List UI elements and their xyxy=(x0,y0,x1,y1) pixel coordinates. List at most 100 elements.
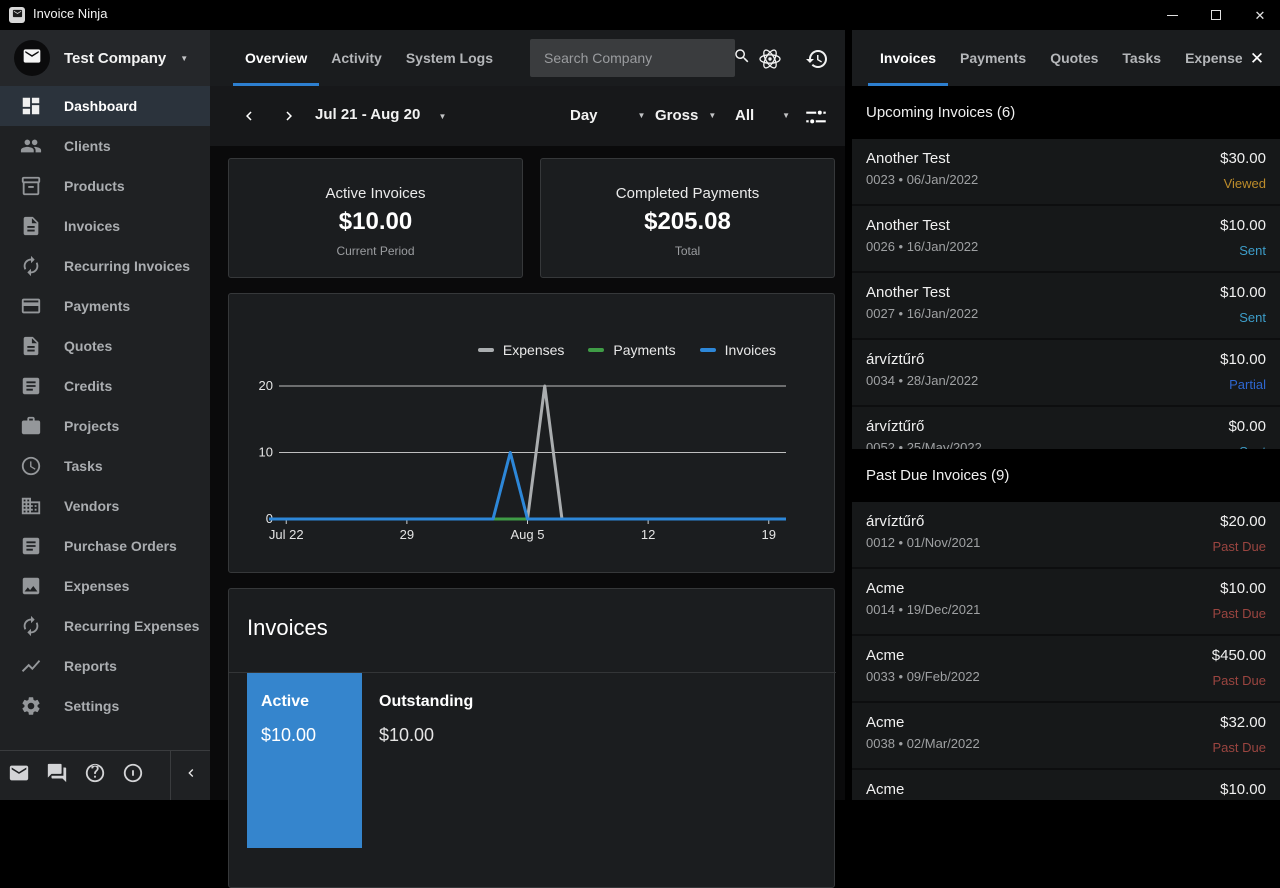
support-chat-button[interactable] xyxy=(38,751,76,801)
expenses-icon xyxy=(20,575,42,597)
chevron-down-icon: ▼ xyxy=(782,111,790,120)
sidebar-item-reports[interactable]: Reports xyxy=(0,646,210,686)
amount-type-dropdown[interactable]: Gross ▼ xyxy=(655,107,716,124)
tab-activity[interactable]: Activity xyxy=(319,30,394,86)
invoice-number-date: 0023 • 06/Jan/2022 xyxy=(866,172,1266,187)
group-by-dropdown[interactable]: Day ▼ xyxy=(570,107,645,124)
sidebar-item-label: Recurring Invoices xyxy=(64,258,190,274)
invoices-outstanding-tile[interactable]: Outstanding $10.00 xyxy=(379,673,473,766)
info-icon xyxy=(122,762,144,789)
sidebar-item-tasks[interactable]: Tasks xyxy=(0,446,210,486)
dashboard-settings-button[interactable] xyxy=(803,104,829,130)
invoice-list-item[interactable]: Acme0038 • 02/Mar/2022$32.00Past Due xyxy=(852,703,1280,768)
company-selector[interactable]: Test Company ▼ xyxy=(0,30,210,86)
invoice-list-item[interactable]: Acme0033 • 09/Feb/2022$450.00Past Due xyxy=(852,636,1280,701)
amount-type-value: Gross xyxy=(655,107,698,124)
sidebar-item-purchase-orders[interactable]: Purchase Orders xyxy=(0,526,210,566)
sidebar-item-recurring-expenses[interactable]: Recurring Expenses xyxy=(0,606,210,646)
sidebar-item-projects[interactable]: Projects xyxy=(0,406,210,446)
window-maximize-button[interactable] xyxy=(1194,0,1238,30)
previous-period-button[interactable] xyxy=(240,107,258,125)
sidebar-item-clients[interactable]: Clients xyxy=(0,126,210,166)
tab-overview[interactable]: Overview xyxy=(233,30,319,86)
next-period-button[interactable] xyxy=(280,107,298,125)
sidebar-item-label: Quotes xyxy=(64,338,112,354)
invoice-list-item[interactable]: Acme0014 • 19/Dec/2021$10.00Past Due xyxy=(852,569,1280,634)
panel-tab-quotes[interactable]: Quotes xyxy=(1038,30,1110,86)
sidebar-item-invoices[interactable]: Invoices xyxy=(0,206,210,246)
panel-close-button[interactable]: ✕ xyxy=(1244,46,1270,72)
status-filter-dropdown[interactable]: All ▼ xyxy=(735,107,790,124)
invoice-status-badge: Past Due xyxy=(1213,539,1266,554)
invoice-status-badge: Viewed xyxy=(1224,176,1266,191)
invoice-list-item[interactable]: árvíztűrő0034 • 28/Jan/2022$10.00Partial xyxy=(852,340,1280,405)
invoice-number-date: 0052 • 25/May/2022 xyxy=(866,440,1266,449)
side-preview-panel: InvoicesPaymentsQuotesTasksExpenses ✕ Up… xyxy=(852,30,1280,800)
card-subtitle: Current Period xyxy=(229,244,522,258)
legend-item-payments[interactable]: Payments xyxy=(588,342,675,358)
invoice-status-badge: Past Due xyxy=(1213,673,1266,688)
contact-us-button[interactable] xyxy=(0,751,38,801)
invoice-status-badge: Sent xyxy=(1239,243,1266,258)
tasks-icon xyxy=(20,455,42,477)
about-button[interactable] xyxy=(114,751,152,801)
reports-icon xyxy=(20,655,42,677)
invoice-list-item[interactable]: árvíztűrő0012 • 01/Nov/2021$20.00Past Du… xyxy=(852,502,1280,567)
sidebar-item-expenses[interactable]: Expenses xyxy=(0,566,210,606)
invoice-number-date: 0033 • 09/Feb/2022 xyxy=(866,669,1266,684)
sidebar-item-vendors[interactable]: Vendors xyxy=(0,486,210,526)
legend-item-invoices[interactable]: Invoices xyxy=(700,342,776,358)
history-icon xyxy=(805,58,829,75)
search-input[interactable] xyxy=(530,50,733,66)
sidebar-item-label: Reports xyxy=(64,658,117,674)
panel-tab-invoices[interactable]: Invoices xyxy=(868,30,948,86)
sidebar-item-payments[interactable]: Payments xyxy=(0,286,210,326)
search-icon xyxy=(733,47,751,70)
company-name: Test Company xyxy=(64,50,166,67)
sidebar-item-label: Clients xyxy=(64,138,111,154)
dashboard-icon xyxy=(20,95,42,117)
sidebar-collapse-button[interactable] xyxy=(170,750,210,800)
invoice-list-item[interactable]: Another Test0023 • 06/Jan/2022$30.00View… xyxy=(852,139,1280,204)
invoice-number-date: 0034 • 28/Jan/2022 xyxy=(866,373,1266,388)
main-header: OverviewActivitySystem Logs xyxy=(210,30,845,86)
tab-system-logs[interactable]: System Logs xyxy=(394,30,505,86)
search-button[interactable] xyxy=(733,39,751,77)
sidebar-item-products[interactable]: Products xyxy=(0,166,210,206)
sidebar-item-quotes[interactable]: Quotes xyxy=(0,326,210,366)
panel-tab-tasks[interactable]: Tasks xyxy=(1110,30,1173,86)
chart-legend: Expenses Payments Invoices xyxy=(478,342,776,358)
invoice-list-item[interactable]: árvíztűrő0052 • 25/May/2022$0.00Sent xyxy=(852,407,1280,449)
refresh-data-button[interactable] xyxy=(805,47,829,71)
invoice-client: árvíztűrő xyxy=(866,351,1266,368)
invoice-list-item[interactable]: Acme0037 • 03/Mar/2022$10.00Past Due xyxy=(852,770,1280,800)
panel-tab-payments[interactable]: Payments xyxy=(948,30,1038,86)
health-check-button[interactable] xyxy=(758,47,782,71)
sidebar-item-settings[interactable]: Settings xyxy=(0,686,210,726)
group-by-value: Day xyxy=(570,107,598,124)
tile-value: $10.00 xyxy=(379,725,473,746)
legend-item-expenses[interactable]: Expenses xyxy=(478,342,564,358)
sidebar-item-recurring-invoices[interactable]: Recurring Invoices xyxy=(0,246,210,286)
invoice-amount: $10.00 xyxy=(1220,580,1266,597)
invoices-active-tile[interactable]: Active $10.00 xyxy=(247,673,362,848)
date-range-dropdown[interactable]: Jul 21 - Aug 20 ▼ xyxy=(315,106,446,123)
preview-panel-header: InvoicesPaymentsQuotesTasksExpenses ✕ xyxy=(852,30,1280,86)
invoices-summary-card: Invoices Active $10.00 Outstanding $10.0… xyxy=(228,588,835,888)
card-title: Completed Payments xyxy=(541,185,834,202)
panel-tab-expenses[interactable]: Expenses xyxy=(1173,30,1242,86)
section-header: Past Due Invoices (9) xyxy=(852,449,1280,502)
invoice-list-item[interactable]: Another Test0026 • 16/Jan/2022$10.00Sent xyxy=(852,206,1280,271)
help-button[interactable] xyxy=(76,751,114,801)
main-area: OverviewActivitySystem Logs Jul 21 - Aug… xyxy=(210,30,845,800)
sidebar-item-label: Payments xyxy=(64,298,130,314)
svg-text:20: 20 xyxy=(259,378,273,393)
invoice-list-item[interactable]: Another Test0027 • 16/Jan/2022$10.00Sent xyxy=(852,273,1280,338)
sidebar-item-credits[interactable]: Credits xyxy=(0,366,210,406)
section-header: Upcoming Invoices (6) xyxy=(852,86,1280,139)
card-value: $205.08 xyxy=(541,208,834,236)
window-minimize-button[interactable] xyxy=(1150,0,1194,30)
sidebar-item-dashboard[interactable]: Dashboard xyxy=(0,86,210,126)
invoice-status-badge: Past Due xyxy=(1213,740,1266,755)
window-close-button[interactable]: ✕ xyxy=(1238,0,1280,30)
